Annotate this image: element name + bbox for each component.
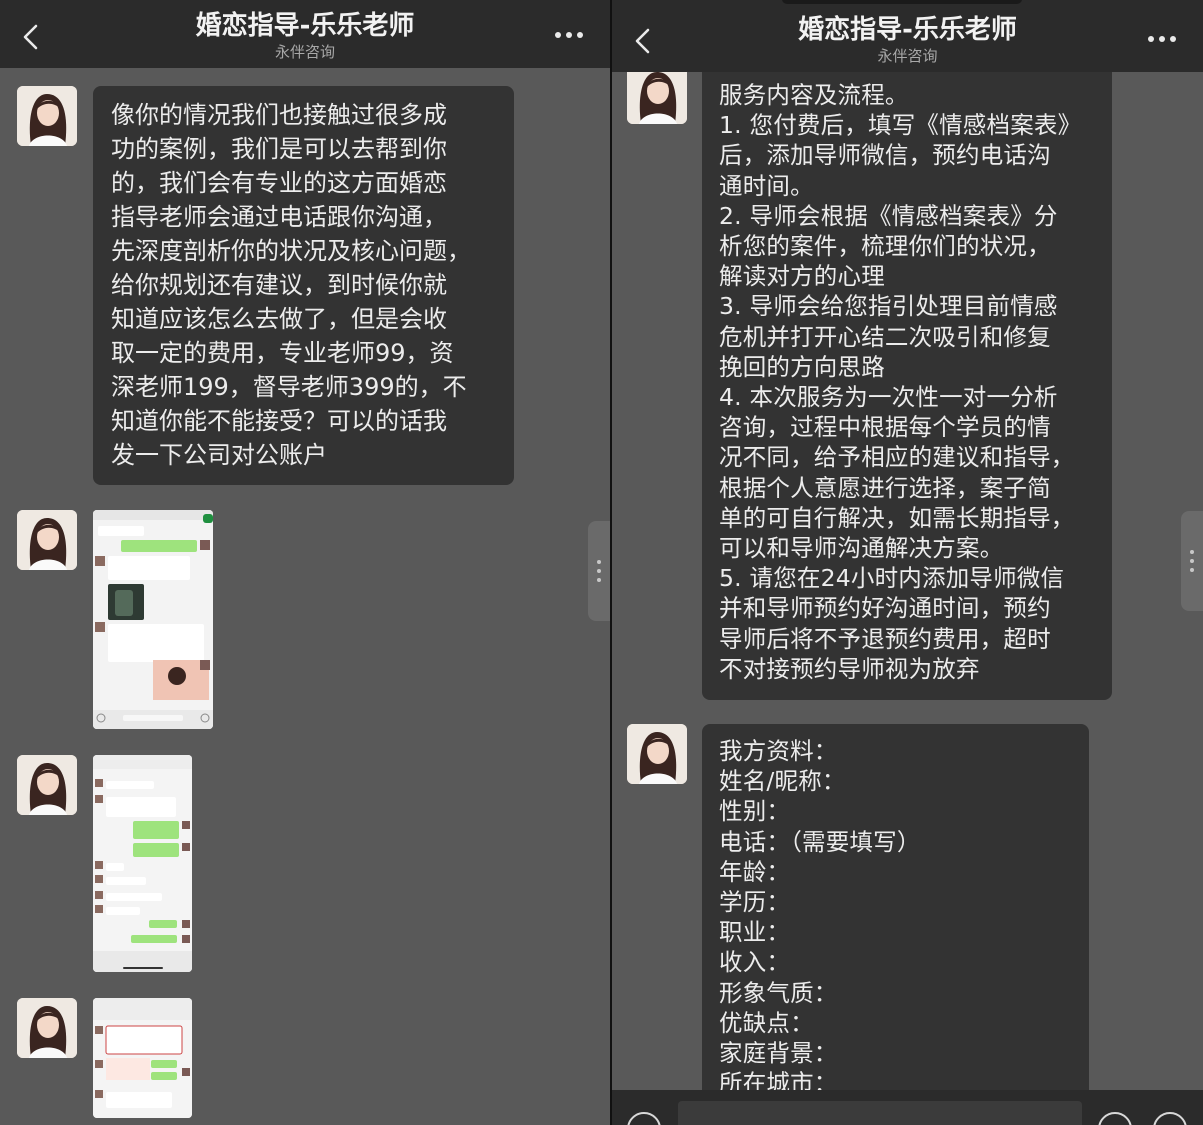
voice-icon[interactable] [627,1112,661,1125]
message-text: 像你的情况我们也接触过很多成 功的案例，我们是可以去帮到你 的，我们会有专业的这… [111,101,471,469]
avatar[interactable] [17,755,77,815]
chat-title-group: 婚恋指导-乐乐老师 永伴咨询 [612,14,1203,65]
message-text: 服务内容及流程。 1. 您付费后，填写《情感档案表》 后，添加导师微信，预约电话… [719,81,1082,683]
scrollbar-handle[interactable] [1181,511,1203,611]
avatar[interactable] [17,998,77,1058]
chat-title: 婚恋指导-乐乐老师 [195,11,415,41]
avatar[interactable] [627,64,687,124]
chat-header: 婚恋指导-乐乐老师 永伴咨询 [0,0,610,68]
image-message[interactable] [93,755,192,972]
input-bar [612,1090,1203,1125]
chat-subtitle: 永伴咨询 [877,47,938,65]
message-text: 我方资料： 姓名/昵称： 性别： 电话：（需要填写） 年龄： 学历： 职业： 收… [719,737,921,1098]
chat-window-right: 服务内容及流程。 1. 您付费后，填写《情感档案表》 后，添加导师微信，预约电话… [612,0,1203,1125]
avatar[interactable] [627,724,687,784]
message-bubble[interactable]: 像你的情况我们也接触过很多成 功的案例，我们是可以去帮到你 的，我们会有专业的这… [93,86,514,485]
message-bubble[interactable]: 我方资料： 姓名/昵称： 性别： 电话：（需要填写） 年龄： 学历： 职业： 收… [702,724,1089,1124]
chat-header: 婚恋指导-乐乐老师 永伴咨询 [612,0,1203,72]
chat-window-left: 婚恋指导-乐乐老师 永伴咨询 像你的情况我们也接触过很多成 功的案例，我们是可以… [0,0,610,1125]
chat-title: 婚恋指导-乐乐老师 [798,15,1017,45]
chat-subtitle: 永伴咨询 [274,43,335,61]
plus-icon[interactable] [1153,1112,1187,1125]
more-dots-icon[interactable] [554,30,584,40]
image-message[interactable] [93,510,213,729]
avatar[interactable] [17,86,77,146]
more-dots-icon[interactable] [1147,34,1177,44]
avatar[interactable] [17,510,77,570]
emoji-icon[interactable] [1098,1112,1132,1125]
message-input[interactable] [678,1101,1082,1125]
message-bubble[interactable]: 服务内容及流程。 1. 您付费后，填写《情感档案表》 后，添加导师微信，预约电话… [702,50,1112,700]
scrollbar-handle[interactable] [588,521,610,621]
device-notch [782,0,1022,4]
image-message[interactable] [93,998,192,1118]
chat-title-group: 婚恋指导-乐乐老师 永伴咨询 [0,10,610,61]
